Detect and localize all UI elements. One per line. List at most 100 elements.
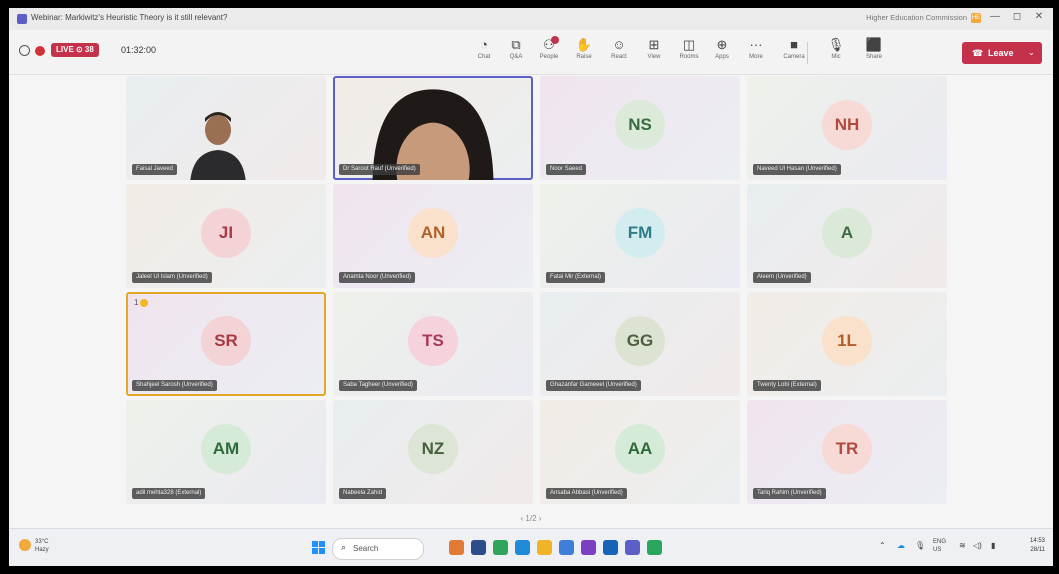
- organization-avatar[interactable]: HE: [971, 13, 981, 23]
- teams-app-icon: [17, 14, 27, 24]
- chat-icon: ◔: [480, 37, 488, 52]
- outlook-icon[interactable]: [603, 540, 618, 555]
- battery-icon[interactable]: ▮: [991, 541, 995, 550]
- toolbar-react-button[interactable]: ☺ React: [604, 36, 634, 60]
- participant-tile[interactable]: A Aleem (Unverified): [747, 184, 947, 288]
- page-indicator[interactable]: ‹ 1/2 ›: [9, 514, 1053, 523]
- title-bar: Webinar: Markiwitz's Heuristic Theory is…: [9, 8, 1053, 30]
- chrome-alt-icon[interactable]: [647, 540, 662, 555]
- toolbar-qa-button[interactable]: ⧉ Q&A: [501, 36, 531, 60]
- system-clock[interactable]: 14:53 28/11: [1030, 537, 1045, 555]
- taskbar-search[interactable]: ⌕ Search: [332, 538, 424, 560]
- participant-tile[interactable]: FM Fatai Mir (External): [540, 184, 740, 288]
- camera-icon: ■: [790, 37, 798, 52]
- participant-name-label: Ansaba Abbasi (Unverified): [546, 488, 627, 499]
- toolbar-people-label: People: [539, 54, 559, 60]
- language-indicator[interactable]: ENG US: [933, 538, 946, 554]
- live-badge[interactable]: LIVE ⊙ 38: [51, 43, 99, 57]
- participant-tile[interactable]: NZ Nabeela Zahid: [333, 400, 533, 504]
- toolbar-people-button[interactable]: ⚇ People: [534, 36, 564, 60]
- file-explorer-icon[interactable]: [471, 540, 486, 555]
- folder-icon[interactable]: [537, 540, 552, 555]
- chevron-up-icon[interactable]: ⌃: [879, 541, 886, 550]
- clock-date: 28/11: [1030, 547, 1045, 553]
- participant-tile[interactable]: NH Naveed Ul Hasan (Unverified): [747, 76, 947, 180]
- teams-icon[interactable]: [625, 540, 640, 555]
- toolbar-share-label: Share: [865, 54, 882, 60]
- media-app-icon[interactable]: [449, 540, 464, 555]
- raised-hand-order: 1: [134, 298, 139, 307]
- participant-name-label: Noor Saeed: [546, 164, 587, 175]
- participant-name-label: Tariq Rahim (Unverified): [753, 488, 826, 499]
- toolbar-rooms-label: Rooms: [679, 54, 699, 60]
- visual-studio-icon[interactable]: [581, 540, 596, 555]
- language-code: ENG: [933, 539, 947, 545]
- participant-avatar: A: [822, 208, 872, 258]
- participant-tile[interactable]: SR 1 Shahjeel Sarosh (Unverified): [126, 292, 326, 396]
- participant-avatar: AM: [201, 424, 251, 474]
- participant-name-label: Faisal Javeed: [132, 164, 178, 175]
- participant-tile[interactable]: TR Tariq Rahim (Unverified): [747, 400, 947, 504]
- participant-avatar: TR: [822, 424, 872, 474]
- participant-name-label: Twenty Lobi (External): [753, 380, 821, 391]
- toolbar-camera-button[interactable]: ■ Camera: [779, 36, 809, 60]
- sync-icon[interactable]: [19, 45, 30, 56]
- participant-avatar: 1L: [822, 316, 872, 366]
- participant-avatar: NS: [615, 100, 665, 150]
- participant-name-label: Saba Tagheer (Unverified): [339, 380, 417, 391]
- participant-tile[interactable]: NS Noor Saeed: [540, 76, 740, 180]
- toolbar-more-button[interactable]: ··· More: [741, 36, 771, 60]
- windows-start-icon[interactable]: [312, 541, 325, 554]
- toolbar-apps-button[interactable]: ⊕ Apps: [707, 36, 737, 60]
- more-icon: ···: [749, 37, 763, 52]
- participant-tile[interactable]: AA Ansaba Abbasi (Unverified): [540, 400, 740, 504]
- participant-avatar: GG: [615, 316, 665, 366]
- toolbar-view-button[interactable]: ⊞ View: [639, 36, 669, 60]
- photos-icon[interactable]: [559, 540, 574, 555]
- toolbar-apps-label: Apps: [715, 54, 729, 60]
- qa-icon: ⧉: [511, 37, 521, 52]
- toolbar-rooms-button[interactable]: ◫ Rooms: [674, 36, 704, 60]
- participant-tile[interactable]: GG Ghazanfar Gameeel (Unverified): [540, 292, 740, 396]
- weather-temp: 33°C: [35, 539, 49, 545]
- onedrive-icon[interactable]: ☁: [897, 541, 905, 550]
- toolbar-divider: [807, 42, 808, 64]
- participant-tile[interactable]: AM adil mehta328 (External): [126, 400, 326, 504]
- windows-taskbar: 33°C Hazy ⌕ Search ⌃ ☁ 🎙 ENG US ≋ ◁) ▮ 1…: [9, 528, 1053, 566]
- wifi-icon[interactable]: ≋: [959, 541, 966, 550]
- participant-avatar: NH: [822, 100, 872, 150]
- chevron-down-icon[interactable]: ⌄: [1028, 42, 1035, 64]
- participant-tile[interactable]: Faisal Javeed: [126, 76, 326, 180]
- toolbar-react-label: React: [611, 54, 627, 60]
- region-code: US: [933, 547, 942, 553]
- participant-video: [190, 112, 246, 180]
- recording-icon: [35, 46, 45, 56]
- meeting-toolbar: LIVE ⊙ 38 01:32:00 ◔ Chat ⧉ Q&A ⚇ People ✋ Rais…: [9, 30, 1053, 75]
- minimize-button[interactable]: —: [985, 11, 1005, 22]
- toolbar-mic-button[interactable]: 🎙 Mic: [821, 36, 851, 60]
- toolbar-share-button[interactable]: ⬛ Share: [859, 36, 889, 60]
- window-title: Webinar: Markiwitz's Heuristic Theory is…: [31, 13, 228, 22]
- participant-tile[interactable]: 1L Twenty Lobi (External): [747, 292, 947, 396]
- edge-icon[interactable]: [515, 540, 530, 555]
- toolbar-chat-button[interactable]: ◔ Chat: [469, 36, 499, 60]
- toolbar-raise-button[interactable]: ✋ Raise: [569, 36, 599, 60]
- weather-widget[interactable]: 33°C Hazy: [19, 539, 49, 557]
- participant-tile[interactable]: AN Anamta Noor (Unverified): [333, 184, 533, 288]
- participant-avatar: AN: [408, 208, 458, 258]
- participant-name-label: Dr Saroot Rauf (Unverified): [339, 164, 420, 175]
- participant-tile[interactable]: Dr Saroot Rauf (Unverified): [333, 76, 533, 180]
- volume-icon[interactable]: ◁): [973, 541, 982, 550]
- participant-tile[interactable]: JI Jaleel Ul Islam (Unverified): [126, 184, 326, 288]
- rooms-icon: ◫: [682, 37, 696, 52]
- close-button[interactable]: ✕: [1029, 11, 1049, 22]
- organization-name[interactable]: Higher Education Commission: [866, 13, 967, 22]
- maximize-button[interactable]: ◻: [1007, 11, 1027, 22]
- leave-button[interactable]: ☎ Leave ⌄: [962, 42, 1042, 64]
- weather-desc: Hazy: [35, 547, 49, 553]
- raise-hand-icon: ✋: [575, 37, 593, 52]
- view-icon: ⊞: [648, 37, 660, 52]
- chrome-icon[interactable]: [493, 540, 508, 555]
- mic-tray-icon[interactable]: 🎙: [915, 541, 925, 550]
- participant-tile[interactable]: TS Saba Tagheer (Unverified): [333, 292, 533, 396]
